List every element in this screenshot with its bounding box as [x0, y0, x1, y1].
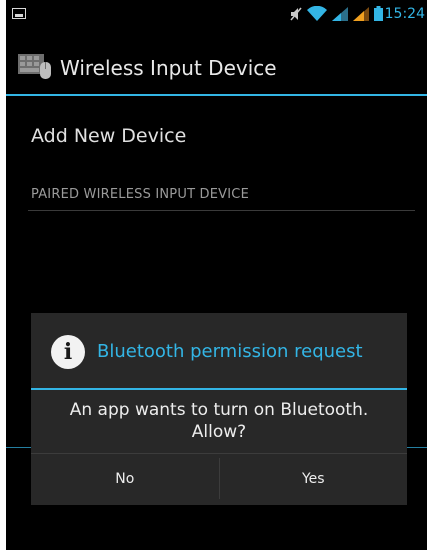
- paired-devices-header: PAIRED WIRELESS INPUT DEVICE: [31, 187, 249, 202]
- info-icon: i: [51, 335, 85, 369]
- app-title: Wireless Input Device: [60, 56, 277, 80]
- phone-screen: 15:24 Wireless Input Device Add New Devi…: [6, 0, 427, 550]
- image-notification-icon: [12, 8, 26, 19]
- dialog-title-divider: [31, 388, 407, 390]
- dialog-title: Bluetooth permission request: [97, 341, 363, 362]
- status-bar: 15:24: [6, 0, 427, 26]
- yes-button[interactable]: Yes: [220, 454, 408, 505]
- section-divider: [28, 210, 415, 211]
- signal-icon: [353, 6, 369, 25]
- signal-icon: [332, 6, 348, 25]
- dialog-button-bar: No Yes: [31, 453, 407, 505]
- mute-icon: [290, 6, 302, 25]
- action-bar: Wireless Input Device: [6, 46, 427, 92]
- permission-dialog: i Bluetooth permission request An app wa…: [31, 313, 407, 505]
- keyboard-mouse-icon[interactable]: [18, 50, 52, 80]
- dialog-header: i Bluetooth permission request: [31, 313, 407, 389]
- status-time: 15:24: [384, 6, 425, 22]
- wifi-icon: [307, 5, 327, 25]
- add-new-device-item[interactable]: Add New Device: [31, 124, 186, 148]
- no-button[interactable]: No: [31, 454, 219, 505]
- status-icons: [290, 5, 383, 25]
- battery-icon: [374, 5, 383, 25]
- action-bar-divider: [6, 94, 427, 96]
- dialog-message: An app wants to turn on Bluetooth. Allow…: [69, 400, 369, 442]
